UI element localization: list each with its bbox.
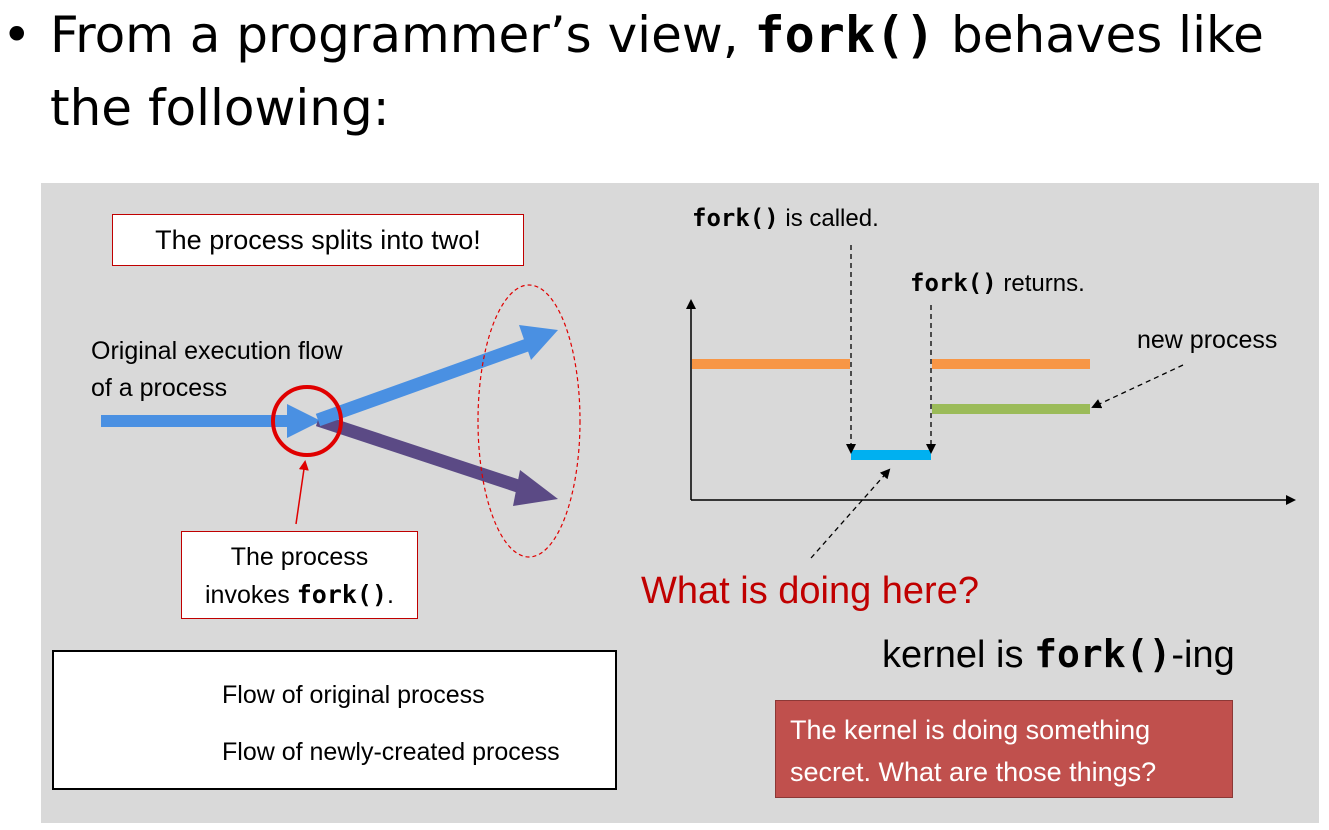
legend-label-original: Flow of original process (222, 681, 485, 709)
answer-fork-code: fork() (1034, 632, 1172, 676)
original-flow-arrow (101, 404, 321, 438)
legend-box: Flow of original process Flow of newly-c… (52, 650, 617, 790)
child-segment (932, 404, 1090, 414)
invoke-line-1: The process (230, 543, 369, 571)
child-flow-arrow (315, 413, 558, 506)
invoke-prefix: invokes (205, 581, 297, 609)
secret-line-1: The kernel is doing something (790, 715, 1151, 745)
kernel-answer: kernel is fork()-ing (882, 632, 1235, 677)
new-process-pointer (1091, 364, 1184, 409)
parent-continuation-arrow (315, 325, 558, 427)
invoke-suffix: . (387, 581, 394, 609)
answer-suffix: -ing (1171, 634, 1235, 676)
fork-returns-label: fork() returns. (910, 269, 1085, 298)
invoke-note-box: The process invokes fork(). (181, 531, 418, 619)
fork-called-text: is called. (778, 205, 879, 232)
flow-label-line-2: of a process (91, 374, 228, 402)
invoke-line-2: invokes fork(). (182, 576, 417, 614)
question-pointer (810, 468, 891, 559)
invoke-fork-code: fork() (296, 580, 388, 609)
split-note-box: The process splits into two! (112, 214, 524, 266)
split-note-text: The process splits into two! (155, 225, 481, 255)
question-text: What is doing here? (641, 570, 979, 612)
new-process-label: new process (1137, 326, 1278, 354)
split-highlight-ellipse (477, 284, 581, 558)
fork-returns-code: fork() (910, 269, 997, 297)
fork-returns-text: returns. (996, 270, 1085, 297)
parent-before-segment (692, 359, 850, 369)
fork-called-label: fork() is called. (692, 204, 879, 233)
secret-box: The kernel is doing something secret. Wh… (775, 700, 1233, 798)
flow-label-line-1: Original execution flow (91, 337, 343, 365)
answer-prefix: kernel is (882, 634, 1035, 676)
fork-called-code: fork() (692, 204, 779, 232)
kernel-segment (851, 450, 931, 460)
invoke-pointer-arrow (295, 460, 309, 525)
secret-line-2: secret. What are those things? (790, 757, 1157, 787)
flow-label: Original execution flow of a process (91, 333, 343, 407)
parent-after-segment (932, 359, 1090, 369)
legend-label-new: Flow of newly-created process (222, 738, 560, 766)
